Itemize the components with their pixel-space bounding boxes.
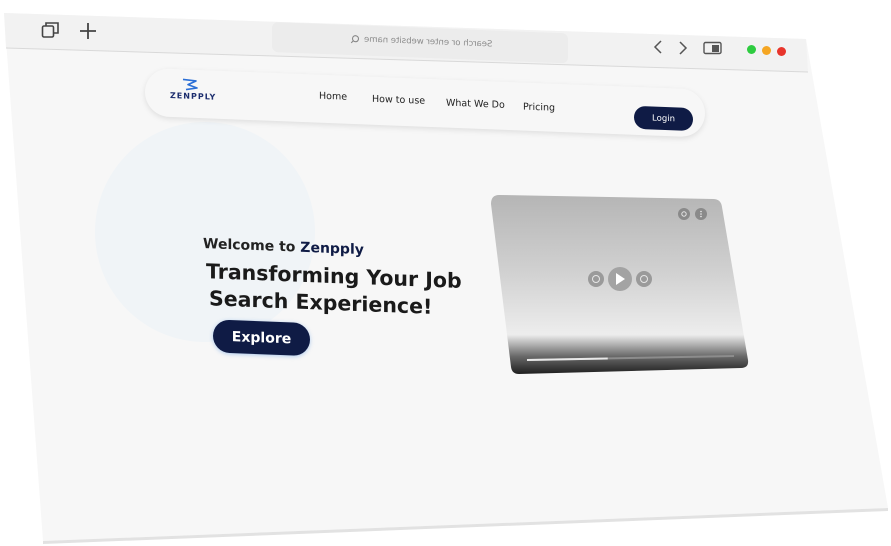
nav-link-how-to-use[interactable]: How to use [372,94,425,107]
login-button[interactable]: Login [634,105,693,132]
search-icon [350,35,360,44]
logo-text: ZENPPLY [170,90,217,102]
nav-link-what-we-do[interactable]: What We Do [446,98,505,111]
tabs-icon[interactable] [41,21,61,39]
rewind-icon[interactable] [588,271,604,287]
settings-icon[interactable] [678,208,690,220]
more-icon[interactable] [695,208,707,220]
new-tab-plus-icon[interactable] [79,22,97,40]
chevron-left-icon[interactable] [652,39,664,55]
explore-button[interactable]: Explore [213,319,310,357]
close-dot[interactable] [777,47,786,56]
forward-icon[interactable] [636,271,652,287]
zoom-dot[interactable] [762,46,771,55]
nav-link-home[interactable]: Home [319,91,347,103]
welcome-brand: Zenpply [300,239,364,259]
browser-window: Search or enter website name ZENPPLY Hom… [0,0,891,546]
play-icon[interactable] [608,267,632,291]
chevron-right-icon[interactable] [677,40,689,56]
hero-headline: Transforming Your Job Search Experience! [206,258,486,323]
nav-link-pricing[interactable]: Pricing [523,102,555,114]
welcome-prefix: Welcome to [203,236,301,256]
sidebar-toggle-icon[interactable] [703,41,723,56]
hero-section: Welcome to Zenpply Transforming Your Job… [203,236,483,387]
zenpply-logo-icon [182,78,198,91]
minimize-dot[interactable] [747,45,756,54]
video-player[interactable] [491,195,751,377]
